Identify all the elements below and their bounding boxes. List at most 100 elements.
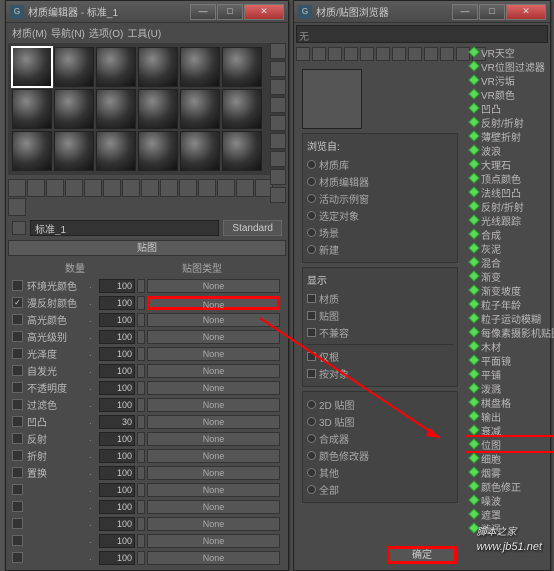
spinner-icon[interactable]	[137, 432, 145, 446]
map-amount[interactable]: 100	[99, 347, 135, 361]
tree-item[interactable]: VR污垢	[466, 73, 554, 87]
tool-button[interactable]	[270, 97, 286, 113]
browse-option[interactable]: 场景	[307, 224, 453, 241]
map-amount[interactable]: 100	[99, 296, 135, 310]
tool-button[interactable]	[160, 179, 178, 197]
tree-item[interactable]: VR位图过滤器	[466, 59, 554, 73]
sample-slot[interactable]	[138, 131, 178, 171]
tool-button[interactable]	[236, 179, 254, 197]
tree-item[interactable]: 细胞	[466, 451, 554, 465]
tree-item[interactable]: 反射/折射	[466, 199, 554, 213]
tree-item[interactable]: 泼溅	[466, 381, 554, 395]
tree-item[interactable]: 位图	[466, 437, 554, 451]
view-icon[interactable]	[344, 47, 358, 61]
tree-item[interactable]: 法线凹凸	[466, 185, 554, 199]
tree-item[interactable]: 烟雾	[466, 465, 554, 479]
map-checkbox[interactable]	[12, 535, 23, 546]
display-option[interactable]: 按对象	[307, 365, 453, 382]
map-amount[interactable]: 100	[99, 534, 135, 548]
spinner-icon[interactable]	[137, 313, 145, 327]
tree-item[interactable]: 反射/折射	[466, 115, 554, 129]
category-option[interactable]: 合成器	[307, 430, 453, 447]
map-checkbox[interactable]	[12, 416, 23, 427]
tool-button[interactable]	[217, 179, 235, 197]
map-slot-button[interactable]: None	[147, 381, 280, 395]
spinner-icon[interactable]	[137, 483, 145, 497]
tool-button[interactable]	[179, 179, 197, 197]
tree-item[interactable]: 平铺	[466, 367, 554, 381]
search-field[interactable]: 无	[296, 25, 548, 43]
map-checkbox[interactable]	[12, 399, 23, 410]
spinner-icon[interactable]	[137, 517, 145, 531]
map-slot-button[interactable]: None	[147, 432, 280, 446]
tool-button[interactable]	[198, 179, 216, 197]
map-slot-button[interactable]: None	[147, 415, 280, 429]
close-button[interactable]: ✕	[244, 4, 284, 20]
sample-slot[interactable]	[12, 131, 52, 171]
browse-option[interactable]: 材质编辑器	[307, 173, 453, 190]
maps-rollout-header[interactable]: 贴图	[8, 240, 286, 256]
map-checkbox[interactable]	[12, 450, 23, 461]
map-slot-button[interactable]: None	[147, 449, 280, 463]
map-slot-button[interactable]: None	[147, 483, 280, 497]
view-icon[interactable]	[392, 47, 406, 61]
view-icon[interactable]	[312, 47, 326, 61]
category-option[interactable]: 全部	[307, 481, 453, 498]
menu-utilities[interactable]: 工具(U)	[127, 25, 161, 39]
map-amount[interactable]: 100	[99, 313, 135, 327]
map-checkbox[interactable]	[12, 382, 23, 393]
tool-button[interactable]	[46, 179, 64, 197]
tree-item[interactable]: 木材	[466, 339, 554, 353]
tool-button[interactable]	[270, 187, 286, 203]
tree-item[interactable]: 棋盘格	[466, 395, 554, 409]
sample-slot[interactable]	[180, 89, 220, 129]
maximize-button[interactable]: □	[479, 4, 505, 20]
view-icon[interactable]	[376, 47, 390, 61]
spinner-icon[interactable]	[137, 330, 145, 344]
map-amount[interactable]: 100	[99, 381, 135, 395]
tool-button[interactable]	[27, 179, 45, 197]
spinner-icon[interactable]	[137, 381, 145, 395]
sample-slot[interactable]	[180, 47, 220, 87]
map-slot-button[interactable]: None	[147, 398, 280, 412]
map-amount[interactable]: 100	[99, 551, 135, 565]
map-slot-button[interactable]: None	[147, 279, 280, 293]
map-slot-button[interactable]: None	[147, 364, 280, 378]
spinner-icon[interactable]	[137, 364, 145, 378]
tree-item[interactable]: 顶点颜色	[466, 171, 554, 185]
tree-item[interactable]: 衰减	[466, 423, 554, 437]
browse-option[interactable]: 新建	[307, 241, 453, 258]
tool-button[interactable]	[270, 133, 286, 149]
map-checkbox[interactable]	[12, 314, 23, 325]
spinner-icon[interactable]	[137, 466, 145, 480]
map-amount[interactable]: 100	[99, 364, 135, 378]
map-slot-button[interactable]: None	[147, 466, 280, 480]
spinner-icon[interactable]	[137, 415, 145, 429]
tree-item[interactable]: 输出	[466, 409, 554, 423]
sample-slot[interactable]	[222, 47, 262, 87]
display-option[interactable]: 不兼容	[307, 324, 453, 341]
tree-item[interactable]: 波浪	[466, 143, 554, 157]
spinner-icon[interactable]	[137, 551, 145, 565]
menu-material[interactable]: 材质(M)	[12, 25, 47, 39]
map-checkbox[interactable]	[12, 467, 23, 478]
browse-option[interactable]: 选定对象	[307, 207, 453, 224]
spinner-icon[interactable]	[137, 398, 145, 412]
view-icon[interactable]	[424, 47, 438, 61]
spinner-icon[interactable]	[137, 347, 145, 361]
tool-button[interactable]	[8, 198, 26, 216]
ok-button[interactable]: 确定	[387, 546, 457, 564]
map-amount[interactable]: 100	[99, 432, 135, 446]
tree-item[interactable]: 颜色修正	[466, 479, 554, 493]
map-slot-button[interactable]: None	[147, 551, 280, 565]
sample-slot[interactable]	[54, 89, 94, 129]
tool-button[interactable]	[84, 179, 102, 197]
map-amount[interactable]: 100	[99, 500, 135, 514]
map-amount[interactable]: 100	[99, 398, 135, 412]
map-checkbox[interactable]	[12, 348, 23, 359]
tree-item[interactable]: 合成	[466, 227, 554, 241]
sample-slot[interactable]	[96, 131, 136, 171]
eyedropper-icon[interactable]	[12, 221, 26, 235]
tool-button[interactable]	[122, 179, 140, 197]
tool-button[interactable]	[141, 179, 159, 197]
